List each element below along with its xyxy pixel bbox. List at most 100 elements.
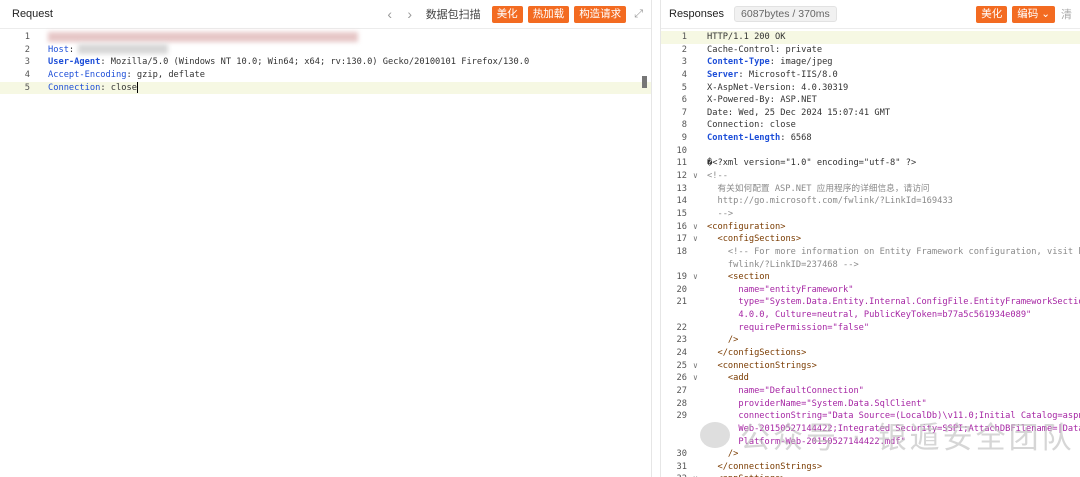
- beautify-button[interactable]: 美化: [491, 5, 523, 23]
- request-line-text: Accept-Encoding: gzip, deflate: [48, 69, 205, 82]
- response-line: 13 有关如何配置 ASP.NET 应用程序的详细信息，请访问: [661, 183, 1080, 196]
- response-line-text: providerName="System.Data.SqlClient": [707, 398, 927, 411]
- line-number: 25: [676, 360, 687, 371]
- response-viewer[interactable]: 1 HTTP/1.1 200 OK 2 Cache-Control: private 3…: [661, 29, 1080, 477]
- response-beautify-button[interactable]: 美化: [976, 5, 1008, 23]
- code-text: name="entityFramework": [707, 284, 854, 295]
- forward-arrow-icon[interactable]: ›: [400, 6, 420, 22]
- watermark: 公众号 · 银遁安全团队: [700, 413, 1075, 457]
- response-line-text: http://go.microsoft.com/fwlink/?LinkId=1…: [707, 195, 953, 208]
- header-value: close: [105, 82, 137, 93]
- response-line-text: Cache-Control: private: [707, 44, 822, 57]
- response-line-text: <connectionStrings>: [707, 360, 817, 373]
- chevron-down-icon: ⌄: [1041, 7, 1050, 20]
- response-line: 12 ∨ <!--: [661, 170, 1080, 183]
- fold-chevron-icon[interactable]: ∨: [693, 360, 698, 373]
- line-number: 14: [676, 196, 687, 207]
- clear-button[interactable]: 清: [1061, 6, 1072, 22]
- colon: :: [68, 44, 75, 55]
- line-number: 3: [24, 57, 30, 68]
- fold-chevron-icon[interactable]: ∨: [693, 170, 698, 183]
- line-number: 8: [681, 120, 687, 131]
- header-value: image/jpeg: [775, 57, 833, 68]
- response-line-text: <section: [707, 271, 770, 284]
- code-text: <!-- For more information on Entity Fram…: [707, 246, 1080, 257]
- line-number: 15: [676, 208, 687, 219]
- response-line: 20 name="entityFramework": [661, 284, 1080, 297]
- code-text: -->: [707, 208, 734, 219]
- line-number: 2: [24, 44, 30, 55]
- response-line: 10: [661, 145, 1080, 158]
- line-number: 30: [676, 449, 687, 460]
- code-text: Connection: close: [707, 120, 796, 131]
- response-line: 25 ∨ <connectionStrings>: [661, 360, 1080, 373]
- response-line: 1 HTTP/1.1 200 OK: [661, 31, 1080, 44]
- request-editor[interactable]: 1 2 Host: 3 User-Agent: Mozilla/5.0 (Windows…: [0, 29, 651, 95]
- encoding-label: 编码: [1017, 7, 1039, 20]
- expand-icon[interactable]: ⤢: [634, 8, 643, 21]
- construct-request-button[interactable]: 构造请求: [574, 5, 627, 23]
- code-text: requirePermission="false": [707, 322, 870, 333]
- code-text: 有关如何配置 ASP.NET 应用程序的详细信息，请访问: [707, 183, 930, 194]
- fold-chevron-icon[interactable]: ∨: [693, 473, 698, 477]
- code-text: />: [707, 335, 739, 346]
- response-line: 17 ∨ <configSections>: [661, 233, 1080, 246]
- response-line: 27 name="DefaultConnection": [661, 385, 1080, 398]
- code-text: <connectionStrings>: [707, 360, 817, 371]
- response-line-text: 4.0.0, Culture=neutral, PublicKeyToken=b…: [707, 309, 1031, 322]
- response-line-text: </connectionStrings>: [707, 461, 822, 474]
- header-value: 6568: [785, 133, 812, 144]
- response-line: 21 type="System.Data.Entity.Internal.Con…: [661, 296, 1080, 309]
- code-text: <configuration>: [707, 221, 786, 232]
- fold-chevron-icon[interactable]: ∨: [693, 233, 698, 246]
- back-arrow-icon[interactable]: ‹: [380, 6, 400, 22]
- response-line: 11 �<?xml version="1.0" encoding="utf-8" …: [661, 157, 1080, 170]
- response-line: 15 -->: [661, 208, 1080, 221]
- scrollbar-thumb[interactable]: [642, 76, 647, 88]
- fold-chevron-icon[interactable]: ∨: [693, 221, 698, 234]
- header-value: Mozilla/5.0 (Windows NT 10.0; Win64; x64…: [105, 57, 530, 68]
- code-text: �<?xml version="1.0" encoding="utf-8" ?>: [707, 158, 917, 169]
- response-line-text: type="System.Data.Entity.Internal.Config…: [707, 296, 1080, 309]
- request-line: 3 User-Agent: Mozilla/5.0 (Windows NT 10.…: [0, 56, 651, 69]
- response-line-text: X-AspNet-Version: 4.0.30319: [707, 82, 848, 95]
- redacted-block: [48, 31, 358, 42]
- response-title: Responses: [669, 8, 725, 20]
- line-number: 28: [676, 398, 687, 409]
- line-number: 9: [681, 133, 687, 144]
- response-line-text: X-Powered-By: ASP.NET: [707, 94, 817, 107]
- line-number: 29: [676, 411, 687, 422]
- watermark-text: 公众号 · 银遁安全团队: [740, 421, 1075, 456]
- packet-scan-button[interactable]: 数据包扫描: [426, 6, 481, 22]
- line-number: 26: [676, 373, 687, 384]
- fold-chevron-icon[interactable]: ∨: [693, 271, 698, 284]
- response-line: 6 X-Powered-By: ASP.NET: [661, 94, 1080, 107]
- line-number: 32: [661, 473, 687, 477]
- response-line: 19 ∨ <section: [661, 271, 1080, 284]
- response-line-text: Connection: close: [707, 119, 796, 132]
- line-number: 27: [676, 385, 687, 396]
- line-number: 1: [24, 32, 30, 42]
- response-line-text: <appSettings>: [707, 473, 785, 477]
- code-text: providerName="System.Data.SqlClient": [707, 398, 927, 409]
- line-number: 4: [681, 69, 687, 80]
- response-line: 28 providerName="System.Data.SqlClient": [661, 398, 1080, 411]
- fold-chevron-icon[interactable]: ∨: [693, 372, 698, 385]
- line-number: 13: [676, 183, 687, 194]
- response-line-text: Server: Microsoft-IIS/8.0: [707, 69, 838, 82]
- line-number: 17: [676, 234, 687, 245]
- hot-load-button[interactable]: 热加载: [527, 5, 570, 23]
- line-number: 12: [676, 171, 687, 182]
- response-line-text: Date: Wed, 25 Dec 2024 15:07:41 GMT: [707, 107, 890, 120]
- response-line: 7 Date: Wed, 25 Dec 2024 15:07:41 GMT: [661, 107, 1080, 120]
- line-number: 6: [681, 95, 687, 106]
- code-text: </connectionStrings>: [707, 461, 823, 472]
- line-number: 10: [676, 145, 687, 156]
- response-line: 23 />: [661, 334, 1080, 347]
- header-key: Accept-Encoding: [48, 69, 127, 80]
- code-text: http://go.microsoft.com/fwlink/?LinkId=1…: [707, 196, 953, 207]
- response-line: 9 Content-Length: 6568: [661, 132, 1080, 145]
- encoding-dropdown[interactable]: 编码 ⌄: [1012, 5, 1055, 23]
- response-line-text: requirePermission="false": [707, 322, 869, 335]
- request-line-text: Host:: [48, 44, 169, 57]
